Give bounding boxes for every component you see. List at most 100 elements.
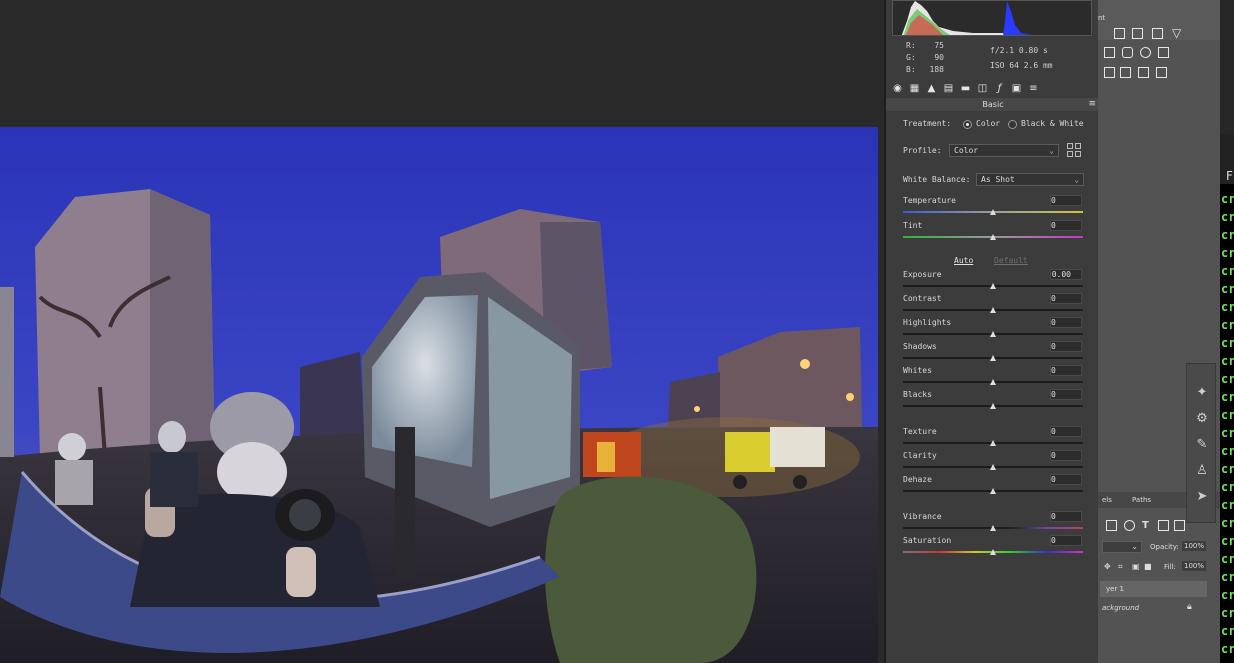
shadows-slider[interactable] <box>903 355 1083 361</box>
clarity-value[interactable]: 0 <box>1050 450 1082 461</box>
treatment-color-radio[interactable] <box>963 120 972 129</box>
camera-icon[interactable] <box>1122 47 1133 58</box>
terminal-line: cr <box>1221 552 1234 566</box>
vibrance-value[interactable]: 0 <box>1050 511 1082 522</box>
default-button[interactable]: Default <box>994 256 1028 265</box>
blacks-slider[interactable] <box>903 403 1083 409</box>
tint-value[interactable]: 0 <box>1050 220 1082 231</box>
detail-tab-icon[interactable]: ▲ <box>925 82 938 95</box>
triangle-icon[interactable]: ▽ <box>1172 26 1181 40</box>
exposure-thumb[interactable] <box>990 283 996 289</box>
treatment-bw-radio[interactable] <box>1008 120 1017 129</box>
background-layer[interactable]: ackground <box>1102 604 1139 612</box>
vibrance-slider[interactable] <box>903 525 1083 531</box>
tone-curve-tab-icon[interactable]: ▦ <box>908 82 921 95</box>
split-toning-tab-icon[interactable]: ▬ <box>959 82 972 95</box>
whites-value[interactable]: 0 <box>1050 365 1082 376</box>
exposure-value[interactable]: 0.00 <box>1050 269 1082 280</box>
layer-row[interactable]: yer 1 <box>1100 581 1207 597</box>
blacks-value[interactable]: 0 <box>1050 389 1082 400</box>
stamp-icon[interactable]: ♙ <box>1193 462 1211 480</box>
highlights-thumb[interactable] <box>990 331 996 337</box>
opacity-value[interactable]: 100% <box>1182 541 1207 551</box>
saturation-value[interactable]: 0 <box>1050 535 1082 546</box>
vibrance-thumb[interactable] <box>990 525 996 531</box>
adjust-tool-icon[interactable]: ⚙ <box>1193 410 1211 428</box>
smart-object-icon[interactable] <box>1174 520 1185 531</box>
lock-icon[interactable]: ⌗ <box>1118 562 1123 572</box>
blacks-thumb[interactable] <box>990 403 996 409</box>
dehaze-thumb[interactable] <box>990 488 996 494</box>
hsl-tab-icon[interactable]: ▤ <box>942 82 955 95</box>
texture-slider[interactable] <box>903 440 1083 446</box>
calibration-tab-icon[interactable]: ▣ <box>1010 82 1023 95</box>
curves-icon[interactable] <box>1152 28 1163 39</box>
temperature-thumb[interactable] <box>990 209 996 215</box>
shadows-value[interactable]: 0 <box>1050 341 1082 352</box>
clarity-thumb[interactable] <box>990 464 996 470</box>
tint-thumb[interactable] <box>990 234 996 240</box>
basic-tab-icon[interactable]: ◉ <box>891 82 904 95</box>
threshold-icon[interactable] <box>1138 67 1149 78</box>
white-balance-select[interactable]: As Shot ⌄ <box>976 173 1084 186</box>
lens-tab-icon[interactable]: ◫ <box>976 82 989 95</box>
lookup-icon[interactable] <box>1158 47 1169 58</box>
terminal-line: cr <box>1221 498 1234 512</box>
shape-icon[interactable] <box>1158 520 1169 531</box>
texture-value[interactable]: 0 <box>1050 426 1082 437</box>
grid-icon[interactable] <box>1114 28 1125 39</box>
temperature-slider[interactable] <box>903 209 1083 215</box>
whites-thumb[interactable] <box>990 379 996 385</box>
profile-select[interactable]: Color ⌄ <box>949 144 1059 157</box>
levels-icon[interactable] <box>1132 28 1143 39</box>
contrast-thumb[interactable] <box>990 307 996 313</box>
adjust-icon[interactable] <box>1124 520 1135 531</box>
blend-mode-select[interactable]: ⌄ <box>1102 541 1142 553</box>
invert-icon[interactable] <box>1104 67 1115 78</box>
section-menu-icon[interactable]: ≡ <box>1088 100 1096 109</box>
tint-slider[interactable] <box>903 234 1083 240</box>
camera-raw-panel: R: 75 G: 90 B: 188 f/2.1 0.80 s ISO 64 2.6 … <box>884 0 1100 663</box>
texture-thumb[interactable] <box>990 440 996 446</box>
exposure-slider[interactable] <box>903 283 1083 289</box>
lock-icon[interactable]: ▣ <box>1132 562 1140 571</box>
paths-tab[interactable]: Paths <box>1132 496 1151 504</box>
vibrance-label: Vibrance <box>903 512 942 521</box>
highlights-slider[interactable] <box>903 331 1083 337</box>
panorama-photo[interactable] <box>0 127 878 663</box>
layers-tab[interactable]: els <box>1102 496 1112 504</box>
terminal-line: cr <box>1221 318 1234 332</box>
whites-slider[interactable] <box>903 379 1083 385</box>
shadows-thumb[interactable] <box>990 355 996 361</box>
gradient-map-icon[interactable] <box>1156 67 1167 78</box>
lock-icon[interactable]: ✥ <box>1104 562 1111 571</box>
pointer-icon[interactable]: ➤ <box>1193 488 1211 506</box>
type-icon[interactable]: T <box>1142 520 1149 531</box>
saturation-thumb[interactable] <box>990 549 996 555</box>
temperature-value[interactable]: 0 <box>1050 195 1082 206</box>
fill-value[interactable]: 100% <box>1182 561 1207 571</box>
brush-icon[interactable]: ✎ <box>1193 436 1211 454</box>
posterize-icon[interactable] <box>1120 67 1131 78</box>
dehaze-value[interactable]: 0 <box>1050 474 1082 485</box>
contrast-value[interactable]: 0 <box>1050 293 1082 304</box>
image-icon[interactable] <box>1106 520 1117 531</box>
lock-icon[interactable]: ■ <box>1144 562 1152 571</box>
dehaze-slider[interactable] <box>903 488 1083 494</box>
puzzle-icon[interactable]: ✦ <box>1193 384 1211 402</box>
saturation-slider[interactable] <box>903 549 1083 555</box>
pixel-readout: R: 75 G: 90 B: 188 f/2.1 0.80 s ISO 64 2.6 … <box>886 38 1100 78</box>
tint-label: Tint <box>903 221 923 230</box>
fx-tab-icon[interactable]: ƒ <box>993 82 1006 95</box>
contrast-label: Contrast <box>903 294 942 303</box>
profile-browser-icon[interactable] <box>1067 143 1081 157</box>
contrast-slider[interactable] <box>903 307 1083 313</box>
auto-button[interactable]: Auto <box>954 256 973 265</box>
terminal-line: cr <box>1221 264 1234 278</box>
clarity-slider[interactable] <box>903 464 1083 470</box>
bw-icon[interactable] <box>1104 47 1115 58</box>
highlights-value[interactable]: 0 <box>1050 317 1082 328</box>
blue-readout: B: 188 <box>906 65 944 74</box>
presets-tab-icon[interactable]: ≡ <box>1027 82 1040 95</box>
mixer-icon[interactable] <box>1140 47 1151 58</box>
